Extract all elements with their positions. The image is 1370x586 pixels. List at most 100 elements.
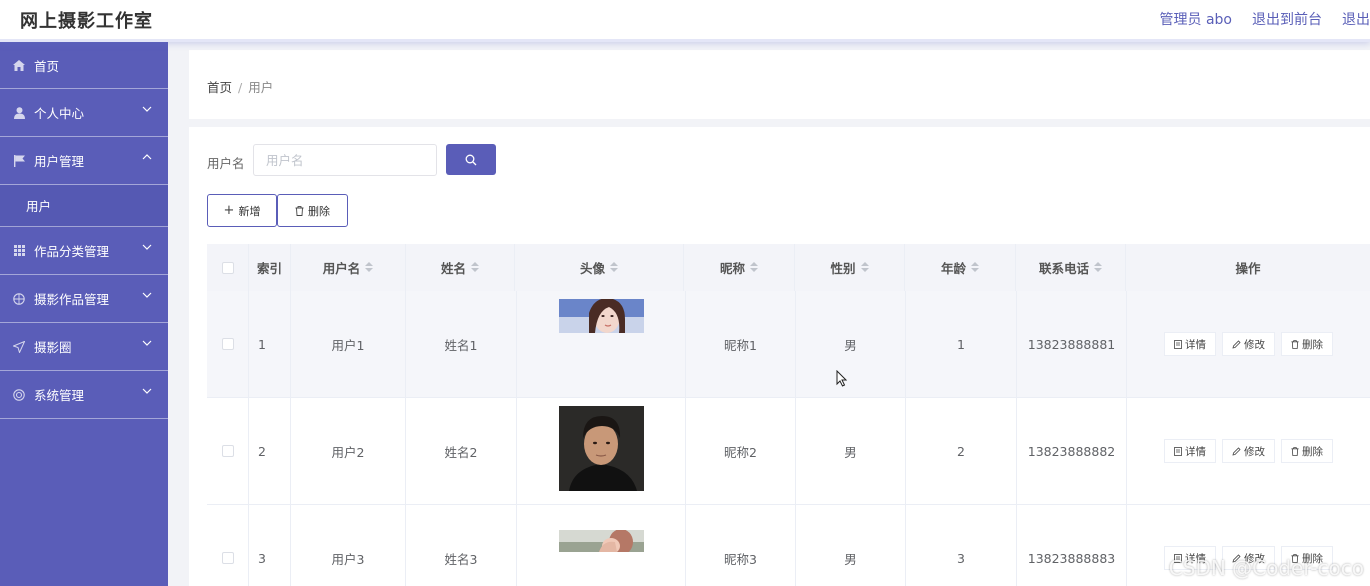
row-select-cell: [207, 398, 249, 504]
sort-icon[interactable]: [971, 261, 979, 274]
table-row: 2 用户2 姓名2 昵称2 男 2 13823888882 详情 修改 删除: [207, 398, 1370, 505]
cell-gender: 男: [796, 291, 906, 397]
sort-icon[interactable]: [610, 261, 618, 274]
plus-icon: +: [223, 203, 235, 218]
column-header-label: 头像: [579, 261, 605, 276]
column-header-gender[interactable]: 性别: [795, 244, 905, 291]
column-header-age[interactable]: 年龄: [905, 244, 1016, 291]
search-input[interactable]: [253, 144, 437, 176]
row-checkbox[interactable]: [221, 338, 234, 350]
sidebar-item-label: 系统管理: [34, 388, 85, 403]
column-header-avatar[interactable]: 头像: [515, 244, 684, 291]
edit-button[interactable]: 修改: [1222, 332, 1275, 356]
sidebar-item-label: 用户管理: [34, 154, 85, 169]
sort-icon[interactable]: [750, 261, 758, 274]
sidebar-subitem-label: 用户: [26, 199, 52, 214]
cell-avatar: [517, 505, 686, 586]
top-header: 网上摄影工作室 管理员 abo 退出到前台 退出: [0, 0, 1370, 42]
chevron-down-icon: [142, 340, 152, 346]
sidebar-item-works-management[interactable]: 摄影作品管理: [0, 275, 168, 323]
breadcrumb-home[interactable]: 首页: [207, 80, 232, 95]
cell-username: 用户1: [291, 291, 406, 397]
detail-button[interactable]: 详情: [1164, 439, 1216, 463]
send-icon: [12, 340, 26, 354]
row-checkbox[interactable]: [221, 445, 234, 457]
column-header-username[interactable]: 用户名: [291, 244, 406, 291]
cell-nickname: 昵称3: [686, 505, 796, 586]
sort-icon[interactable]: [1094, 261, 1102, 274]
grid-icon: [12, 244, 26, 258]
cell-username: 用户3: [291, 505, 406, 586]
user-icon: [12, 106, 26, 120]
breadcrumb-panel: 首页 / 用户: [189, 50, 1370, 119]
edit-button[interactable]: 修改: [1222, 439, 1275, 463]
mouse-cursor-icon: [836, 370, 847, 387]
row-select-cell: [207, 291, 249, 397]
app-title: 网上摄影工作室: [20, 11, 153, 32]
avatar[interactable]: [559, 530, 644, 552]
delete-button-label: 删除: [308, 204, 330, 218]
sort-icon[interactable]: [471, 261, 479, 274]
cell-nickname: 昵称1: [686, 291, 796, 397]
sidebar-item-label: 摄影作品管理: [34, 292, 110, 307]
cell-actions: 详情 修改 删除: [1127, 291, 1370, 397]
chevron-down-icon: [142, 106, 152, 112]
sidebar-item-system-management[interactable]: 系统管理: [0, 371, 168, 419]
sidebar-item-photo-circle[interactable]: 摄影圈: [0, 323, 168, 371]
user-table: 索引 用户名 姓名 头像 昵称 性别 年龄 联系电话 操作 1 用户1 姓名1 …: [207, 244, 1370, 586]
column-header-label: 昵称: [719, 261, 745, 276]
sidebar-item-home[interactable]: 首页: [0, 42, 168, 89]
sidebar-subitem-users[interactable]: 用户: [0, 185, 168, 227]
lifebuoy-icon: [12, 388, 26, 402]
chevron-down-icon: [142, 292, 152, 298]
sidebar-item-category-management[interactable]: 作品分类管理: [0, 227, 168, 275]
home-icon: [12, 58, 26, 72]
cell-age: 3: [906, 505, 1017, 586]
trash-icon: [295, 205, 304, 216]
column-header-phone[interactable]: 联系电话: [1016, 244, 1126, 291]
edit-icon: [1232, 339, 1241, 349]
breadcrumb: 首页 / 用户: [207, 77, 273, 96]
sidebar-item-user-management[interactable]: 用户管理: [0, 137, 168, 185]
exit-to-frontend-link[interactable]: 退出到前台: [1252, 9, 1322, 29]
search-button[interactable]: [446, 144, 496, 175]
sidebar-item-personal-center[interactable]: 个人中心: [0, 89, 168, 137]
column-header-label: 操作: [1235, 261, 1261, 276]
cell-index: 1: [249, 291, 291, 397]
select-all-checkbox[interactable]: [221, 261, 234, 274]
cell-name: 姓名3: [406, 505, 517, 586]
trash-icon: [1291, 339, 1299, 349]
sidebar-item-label: 首页: [34, 58, 60, 74]
admin-user-link[interactable]: 管理员 abo: [1160, 9, 1232, 29]
sort-icon[interactable]: [365, 261, 374, 274]
table-row: 1 用户1 姓名1 昵称1 男 1 13823888881 详情 修改 删除: [207, 291, 1370, 398]
batch-delete-button[interactable]: 删除: [277, 194, 348, 227]
detail-button[interactable]: 详情: [1164, 332, 1216, 356]
main-content: 用户名 + 新增 删除 索引 用户名 姓名 头像 昵称 性别 年龄 联系电话 操…: [189, 127, 1370, 586]
avatar[interactable]: [559, 406, 644, 491]
delete-button[interactable]: 删除: [1281, 332, 1333, 356]
detail-button-label: 详情: [1185, 338, 1206, 351]
row-select-cell: [207, 505, 249, 586]
watermark: CSDN @Coder-coco: [1168, 556, 1364, 580]
breadcrumb-current: 用户: [248, 80, 274, 95]
column-header-name[interactable]: 姓名: [406, 244, 515, 291]
sidebar-item-label: 个人中心: [34, 106, 85, 121]
cell-avatar: [517, 398, 686, 504]
edit-icon: [1232, 446, 1241, 456]
column-header-nickname[interactable]: 昵称: [684, 244, 795, 291]
flag-icon: [12, 154, 26, 168]
column-header-label: 性别: [830, 261, 856, 276]
delete-button[interactable]: 删除: [1281, 439, 1333, 463]
logout-link[interactable]: 退出: [1342, 9, 1370, 29]
delete-button-label: 删除: [1302, 338, 1323, 351]
edit-button-label: 修改: [1244, 445, 1265, 458]
compass-icon: [12, 292, 26, 306]
column-header-label: 联系电话: [1038, 261, 1089, 276]
add-button[interactable]: + 新增: [207, 194, 277, 227]
avatar[interactable]: [559, 299, 644, 333]
edit-button-label: 修改: [1244, 338, 1265, 351]
sidebar-item-label: 摄影圈: [34, 340, 72, 355]
row-checkbox[interactable]: [221, 552, 234, 564]
sort-icon[interactable]: [860, 261, 869, 274]
